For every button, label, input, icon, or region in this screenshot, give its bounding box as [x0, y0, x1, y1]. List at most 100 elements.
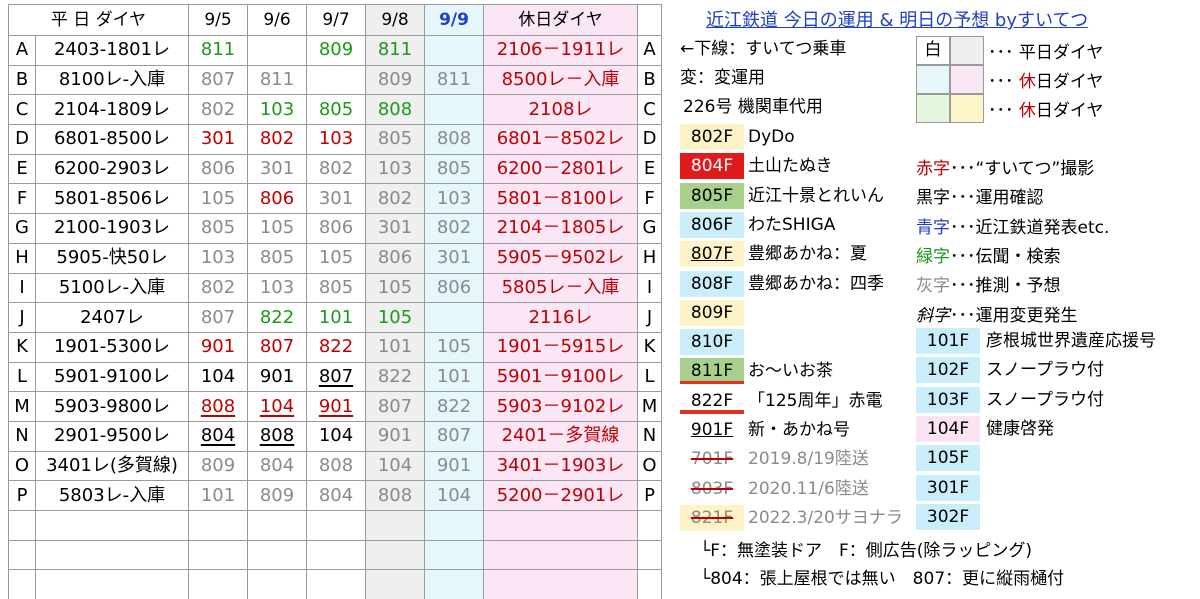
car-cell-date-2: 103	[247, 272, 307, 304]
car-cell-date-3: 807	[306, 361, 366, 393]
car-number: 101	[318, 306, 354, 328]
row-letter	[8, 539, 36, 571]
car-cell-date-5	[424, 302, 484, 333]
car-desc: 豊郷あかね：夏	[748, 244, 867, 265]
car-desc: スノープラウ付	[986, 360, 1104, 381]
car-number: 301	[259, 158, 295, 180]
table-row: O 3401レ(多賀線) 809 804 808 104 901 3401－1903レ O	[8, 450, 662, 482]
holiday-run: 2108レ	[483, 94, 638, 126]
car-cell-date-2: 105	[247, 213, 307, 244]
row-letter-right	[637, 510, 662, 541]
car-desc: 彦根城世界遺産応援号	[986, 331, 1156, 351]
header-holiday: 休日ダイヤ	[483, 4, 638, 36]
car-number: 104	[436, 484, 472, 506]
weekday-run: 2901-9500レ	[35, 420, 189, 452]
car-badge: 804F	[680, 153, 744, 180]
car-number: 822	[436, 395, 472, 417]
car-number: 809	[200, 454, 236, 476]
note-door: └F：無塗装ドア F：側広告(除ラッピング)	[700, 541, 1033, 561]
row-letter-right: A	[637, 35, 662, 66]
weekday-run	[35, 510, 189, 541]
table-row: H 5905-快50レ 103 805 105 806 301 5905－9502レ H	[8, 242, 662, 274]
car-number: 105	[377, 306, 413, 328]
car-cell-date-1: 901	[188, 331, 248, 363]
car-cell-date-5	[424, 35, 484, 66]
car-badge: 802F	[680, 124, 744, 150]
row-letter	[8, 569, 36, 599]
header-date-4: 9/8	[365, 4, 425, 36]
car-cell-date-2: 301	[247, 153, 307, 185]
car-number: 806	[436, 276, 472, 298]
weekday-run: 8100レ-入庫	[35, 64, 189, 96]
car-cell-date-4: 901	[365, 420, 425, 452]
car-desc: 土山たぬき	[748, 156, 833, 177]
page-title[interactable]: 近江鉄道 今日の運用 & 明日の予想 byすいてつ	[706, 6, 1088, 32]
car-desc: 近江十景とれいん	[748, 185, 884, 206]
car-number: 806	[318, 217, 354, 239]
car-number: 811	[436, 69, 472, 91]
car-number: 103	[436, 187, 472, 209]
car-number: 822	[318, 336, 354, 358]
car-cell-date-3: 806	[306, 213, 366, 244]
car-desc: 健康啓発	[986, 418, 1054, 439]
car-badge: 821F	[680, 504, 744, 531]
car-number: 808	[200, 395, 236, 417]
car-cell-date-5: 301	[424, 242, 484, 274]
color-key-label: 青字	[916, 217, 950, 238]
car-desc: わたSHIGA	[748, 214, 836, 235]
color-key-label: 緑字	[916, 246, 950, 267]
car-number: 802	[377, 187, 413, 209]
holiday-run: 8500レ－入庫	[483, 64, 638, 96]
car-desc: DyDo	[748, 127, 795, 147]
car-number: 809	[318, 39, 354, 61]
car-number: 105	[377, 276, 413, 298]
legend-box-white: 白	[916, 36, 950, 65]
car-badge: 810F	[680, 329, 744, 356]
car-cell-date-2: 804	[247, 450, 307, 482]
car-desc: 2022.3/20サヨナラ	[748, 507, 903, 528]
note-roof: └804：張上屋根では無い 807：更に縦雨樋付	[700, 569, 1065, 589]
row-letter: D	[8, 124, 36, 155]
car-badge: 803F	[680, 475, 744, 502]
car-cell-date-3: 105	[306, 242, 366, 274]
weekday-run: 2403-1801レ	[35, 35, 189, 66]
holiday-run: 1901－5915レ	[483, 331, 638, 363]
car-badge: 104F	[916, 415, 980, 442]
row-letter: A	[8, 35, 36, 66]
car-cell-date-2	[247, 510, 307, 541]
schedule-sheet: 平 日 ダイヤ 9/5 9/6 9/7 9/8 9/9 休日ダイヤ A 2403-…	[0, 0, 1200, 599]
legend-holiday-1: ･･･ 休日ダイヤ	[988, 72, 1104, 92]
car-number: 805	[318, 98, 354, 120]
weekday-run: 2104-1809レ	[35, 94, 189, 126]
car-desc: 新・あかね号	[748, 420, 850, 440]
car-cell-date-5: 811	[424, 64, 484, 96]
row-letter: E	[8, 153, 36, 185]
row-letter-right: G	[637, 213, 662, 244]
car-number: 901	[436, 454, 472, 476]
car-cell-date-1: 101	[188, 480, 248, 511]
car-badge: 808F	[680, 270, 744, 297]
car-badge: 822F	[680, 387, 744, 414]
color-key-desc: ･･･推測・予想	[950, 276, 1061, 297]
row-letter: O	[8, 450, 36, 482]
car-desc: 「125周年」赤電	[748, 390, 883, 411]
row-letter-right: O	[637, 450, 662, 482]
car-cell-date-1	[188, 569, 248, 599]
row-letter-right: B	[637, 64, 662, 96]
car-cell-date-2: 809	[247, 480, 307, 511]
table-row: P 5803レ-入庫 101 809 804 808 104 5200－2901レ P	[8, 480, 662, 511]
weekday-run: 2407レ	[35, 302, 189, 333]
legend-underline: ←下線：すいてつ乗車	[680, 39, 847, 59]
row-letter-right: H	[637, 242, 662, 274]
weekday-run: 5905-快50レ	[35, 242, 189, 274]
car-cell-date-2: 104	[247, 391, 307, 422]
car-number: 301	[318, 187, 354, 209]
car-number: 822	[377, 365, 413, 387]
color-key-item: 斜字･･･運用変更発生	[916, 301, 1078, 326]
car-cell-date-4: 105	[365, 272, 425, 304]
car-number: 805	[200, 217, 236, 239]
color-key-desc: ･･･伝聞・検索	[950, 246, 1061, 267]
car-cell-date-2: 806	[247, 183, 307, 215]
holiday-run: 6200－2801レ	[483, 153, 638, 185]
weekday-run: 3401レ(多賀線)	[35, 450, 189, 482]
